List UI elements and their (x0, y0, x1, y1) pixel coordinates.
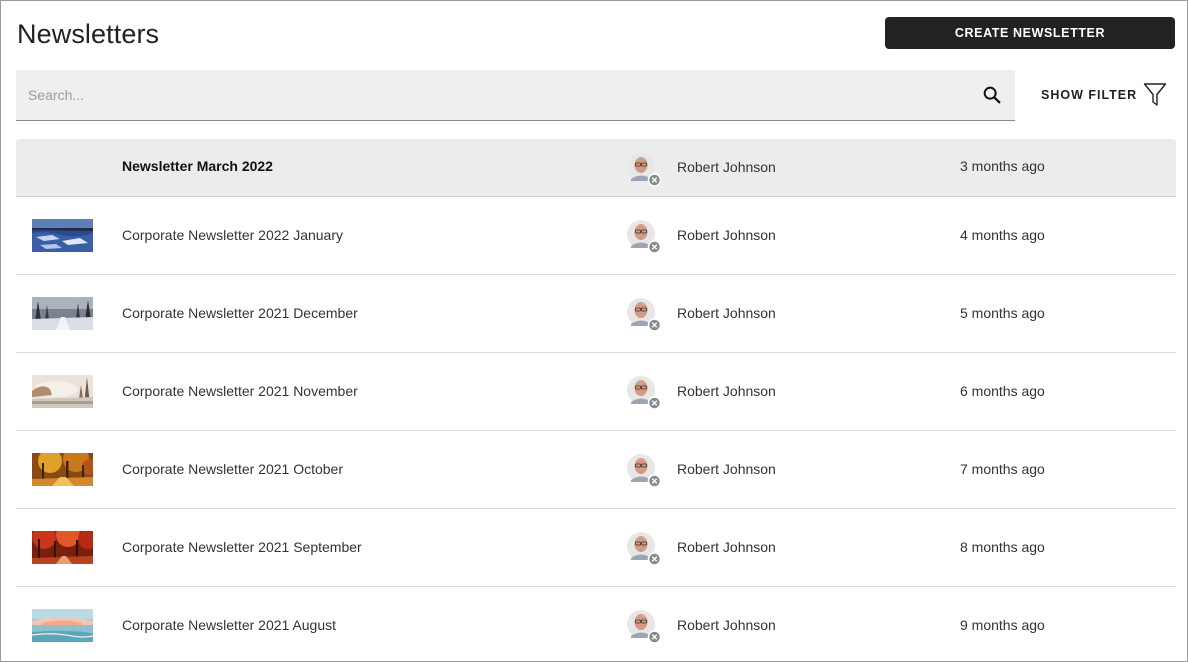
newsletter-row[interactable]: Corporate Newsletter 2021 August Robert … (16, 587, 1176, 661)
updated-time: 4 months ago (960, 227, 1045, 243)
create-newsletter-button[interactable]: CREATE NEWSLETTER (885, 17, 1175, 49)
author-name: Robert Johnson (677, 305, 776, 321)
author-name: Robert Johnson (677, 539, 776, 555)
newsletter-title: Corporate Newsletter 2021 December (122, 305, 358, 321)
updated-time: 9 months ago (960, 617, 1045, 633)
updated-time: 7 months ago (960, 461, 1045, 477)
newsletter-title: Corporate Newsletter 2022 January (122, 227, 344, 243)
newsletter-row[interactable]: Corporate Newsletter 2022 January Robert… (16, 197, 1176, 275)
newsletter-title: Corporate Newsletter 2021 August (122, 617, 337, 633)
author-name: Robert Johnson (677, 227, 776, 243)
search-input[interactable] (16, 70, 956, 120)
newsletter-title: Newsletter March 2022 (122, 158, 273, 174)
newsletter-title: Corporate Newsletter 2021 October (122, 461, 343, 477)
author-avatar (626, 453, 662, 489)
newsletters-page: Newsletters CREATE NEWSLETTER SHOW FILTE… (0, 0, 1188, 662)
search-icon[interactable] (981, 84, 1003, 106)
newsletter-thumbnail (32, 375, 93, 408)
newsletter-row[interactable]: Newsletter March 2022 Robert Johnson 3 m… (16, 139, 1176, 197)
author-avatar (626, 297, 662, 333)
newsletter-thumbnail (32, 297, 93, 330)
newsletter-row[interactable]: Corporate Newsletter 2021 September Robe… (16, 509, 1176, 587)
author-avatar (626, 375, 662, 411)
updated-time: 5 months ago (960, 305, 1045, 321)
newsletter-thumbnail (32, 219, 93, 252)
author-avatar (626, 531, 662, 567)
updated-time: 6 months ago (960, 383, 1045, 399)
newsletter-row[interactable]: Corporate Newsletter 2021 December Rober… (16, 275, 1176, 353)
show-filter-label: SHOW FILTER (1041, 88, 1138, 102)
search-bar (16, 70, 1015, 121)
author-name: Robert Johnson (677, 461, 776, 477)
newsletter-row[interactable]: Corporate Newsletter 2021 November Rober… (16, 353, 1176, 431)
show-filter-button[interactable]: SHOW FILTER (1041, 81, 1167, 109)
author-name: Robert Johnson (677, 159, 776, 175)
updated-time: 8 months ago (960, 539, 1045, 555)
author-avatar (626, 609, 662, 645)
newsletter-thumbnail (32, 453, 93, 486)
author-avatar (626, 219, 662, 255)
newsletter-thumbnail (32, 609, 93, 642)
newsletter-title: Corporate Newsletter 2021 November (122, 383, 358, 399)
filter-icon (1143, 83, 1167, 106)
author-name: Robert Johnson (677, 383, 776, 399)
newsletter-list: Newsletter March 2022 Robert Johnson 3 m… (16, 139, 1176, 661)
page-title: Newsletters (17, 19, 160, 49)
newsletter-row[interactable]: Corporate Newsletter 2021 October Robert… (16, 431, 1176, 509)
newsletter-title: Corporate Newsletter 2021 September (122, 539, 362, 555)
author-name: Robert Johnson (677, 617, 776, 633)
updated-time: 3 months ago (960, 158, 1045, 174)
author-avatar (626, 152, 662, 188)
newsletter-thumbnail (32, 531, 93, 564)
